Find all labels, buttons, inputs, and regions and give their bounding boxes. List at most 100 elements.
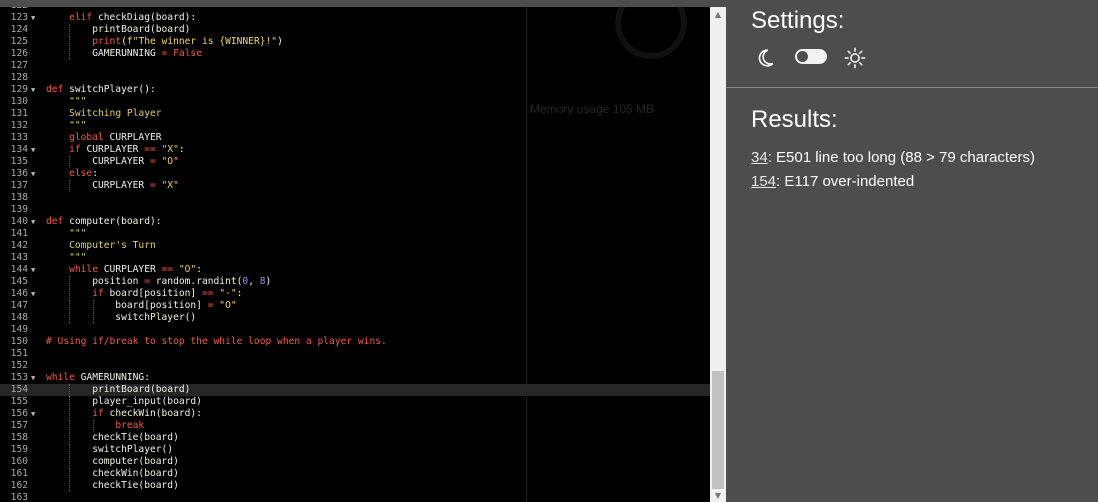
code-line[interactable]: 131 Switching Player xyxy=(0,108,710,120)
code-line[interactable]: 144 ▼ while CURPLAYER == "O": xyxy=(0,264,710,276)
code-line[interactable]: 141 """ xyxy=(0,228,710,240)
code-line[interactable]: 147 board[position] = "O" xyxy=(0,300,710,312)
code-text: """ xyxy=(69,96,87,107)
code-line[interactable]: 156 ▼ if checkWin(board): xyxy=(0,408,710,420)
sun-icon xyxy=(844,47,866,69)
line-number: 141 xyxy=(10,228,28,239)
code-line[interactable]: 133 global CURPLAYER xyxy=(0,132,710,144)
settings-title: Settings: xyxy=(751,7,845,34)
code-line[interactable]: 138 xyxy=(0,192,710,204)
code-line[interactable]: 162 checkTie(board) xyxy=(0,480,710,492)
code-line[interactable]: 129 ▼ def switchPlayer(): xyxy=(0,84,710,96)
code-line[interactable]: 161 checkWin(board) xyxy=(0,468,710,480)
code-text: """ xyxy=(69,252,87,263)
scroll-up-arrow-icon[interactable]: ▲ xyxy=(710,7,726,23)
code-text: def switchPlayer(): xyxy=(46,84,156,95)
theme-toggle-switch[interactable] xyxy=(795,49,827,64)
code-lines[interactable]: 122123▼ elif checkDiag(board):124 printB… xyxy=(0,7,710,502)
code-line[interactable]: 163 xyxy=(0,492,710,502)
code-line[interactable]: 132 """ xyxy=(0,120,710,132)
line-number: 124 xyxy=(10,24,28,35)
results-panel: Settings: Results: 34: E501 line too lon… xyxy=(726,7,1098,502)
code-line[interactable]: 154 printBoard(board) xyxy=(0,384,710,396)
result-line-link[interactable]: 154 xyxy=(751,173,776,190)
code-text: else: xyxy=(69,168,98,179)
line-number: 156 xyxy=(10,408,28,419)
line-number: 162 xyxy=(10,480,28,491)
code-text: """ xyxy=(69,120,87,131)
fold-arrow-icon[interactable]: ▼ xyxy=(31,372,35,384)
top-bar xyxy=(0,0,1098,7)
code-line[interactable]: 153 ▼ while GAMERUNNING: xyxy=(0,372,710,384)
code-text: switchPlayer() xyxy=(46,312,197,323)
code-line[interactable]: 159 switchPlayer() xyxy=(0,444,710,456)
code-line[interactable]: 150 # Using if/break to stop the while lo… xyxy=(0,336,710,348)
line-number: 134 xyxy=(10,144,28,155)
code-text: elif checkDiag(board): xyxy=(69,12,197,23)
code-text: if board[position] == "-": xyxy=(92,288,243,299)
line-number: 126 xyxy=(10,48,28,59)
code-line[interactable]: 126 GAMERUNNING = False xyxy=(0,48,710,60)
result-line-link[interactable]: 34 xyxy=(751,149,768,166)
fold-arrow-icon[interactable]: ▼ xyxy=(31,408,35,420)
code-text: checkTie(board) xyxy=(46,480,179,491)
code-line[interactable]: 142 Computer's Turn xyxy=(0,240,710,252)
line-number: 129 xyxy=(10,84,28,95)
code-line[interactable]: 123 ▼ elif checkDiag(board): xyxy=(0,12,710,24)
fold-arrow-icon[interactable]: ▼ xyxy=(31,264,35,276)
line-number: 157 xyxy=(10,420,28,431)
code-line[interactable]: 145 position = random.randint(0, 8) xyxy=(0,276,710,288)
line-number: 133 xyxy=(10,132,28,143)
code-line[interactable]: 158 checkTie(board) xyxy=(0,432,710,444)
code-line[interactable]: 139 xyxy=(0,204,710,216)
code-line[interactable]: 143 """ xyxy=(0,252,710,264)
code-line[interactable]: 136 ▼ else: xyxy=(0,168,710,180)
code-line[interactable]: 155 player_input(board) xyxy=(0,396,710,408)
results-title: Results: xyxy=(751,106,838,133)
code-line[interactable]: 128 xyxy=(0,72,710,84)
result-item: 34: E501 line too long (88 > 79 characte… xyxy=(751,149,1035,166)
line-number: 135 xyxy=(10,156,28,167)
code-line[interactable]: 124 printBoard(board) xyxy=(0,24,710,36)
result-item: 154: E117 over-indented xyxy=(751,173,914,190)
code-line[interactable]: 160 computer(board) xyxy=(0,456,710,468)
code-editor[interactable]: Memory usage 105 MB 122123▼ elif checkDi… xyxy=(0,7,710,502)
code-line[interactable]: 152 xyxy=(0,360,710,372)
editor-scrollbar[interactable]: ▲ ▼ xyxy=(710,7,726,502)
code-line[interactable]: 127 xyxy=(0,60,710,72)
scroll-down-arrow-icon[interactable]: ▼ xyxy=(710,490,726,502)
code-line[interactable]: 149 xyxy=(0,324,710,336)
fold-arrow-icon[interactable]: ▼ xyxy=(31,288,35,300)
code-line[interactable]: 137 CURPLAYER = "X" xyxy=(0,180,710,192)
code-line[interactable]: 148 switchPlayer() xyxy=(0,312,710,324)
code-line[interactable]: 135 CURPLAYER = "O" xyxy=(0,156,710,168)
fold-arrow-icon[interactable]: ▼ xyxy=(31,216,35,228)
code-line[interactable]: 157 break xyxy=(0,420,710,432)
code-text: Switching Player xyxy=(69,108,162,119)
code-text: """ xyxy=(69,228,87,239)
line-number: 128 xyxy=(10,72,28,83)
line-number: 153 xyxy=(10,372,28,383)
line-number: 139 xyxy=(10,204,28,215)
code-line[interactable]: 140 ▼ def computer(board): xyxy=(0,216,710,228)
line-number: 143 xyxy=(10,252,28,263)
code-line[interactable]: 151 xyxy=(0,348,710,360)
code-line[interactable]: 146 ▼ if board[position] == "-": xyxy=(0,288,710,300)
code-text: CURPLAYER = "X" xyxy=(46,180,179,191)
line-number: 149 xyxy=(10,324,28,335)
scrollbar-thumb[interactable] xyxy=(712,371,724,489)
code-text: while GAMERUNNING: xyxy=(46,372,150,383)
result-message: : E117 over-indented xyxy=(776,173,915,190)
line-number: 163 xyxy=(10,492,28,502)
code-text: print(f"The winner is {WINNER}!") xyxy=(92,36,283,47)
fold-arrow-icon[interactable]: ▼ xyxy=(31,12,35,24)
line-number: 137 xyxy=(10,180,28,191)
fold-arrow-icon[interactable]: ▼ xyxy=(31,144,35,156)
code-line[interactable]: 134 ▼ if CURPLAYER == "X": xyxy=(0,144,710,156)
code-line[interactable]: 130 """ xyxy=(0,96,710,108)
fold-arrow-icon[interactable]: ▼ xyxy=(31,168,35,180)
code-text: checkTie(board) xyxy=(46,432,179,443)
fold-arrow-icon[interactable]: ▼ xyxy=(31,84,35,96)
code-line[interactable]: 125 print(f"The winner is {WINNER}!") xyxy=(0,36,710,48)
code-text: Computer's Turn xyxy=(69,240,156,251)
